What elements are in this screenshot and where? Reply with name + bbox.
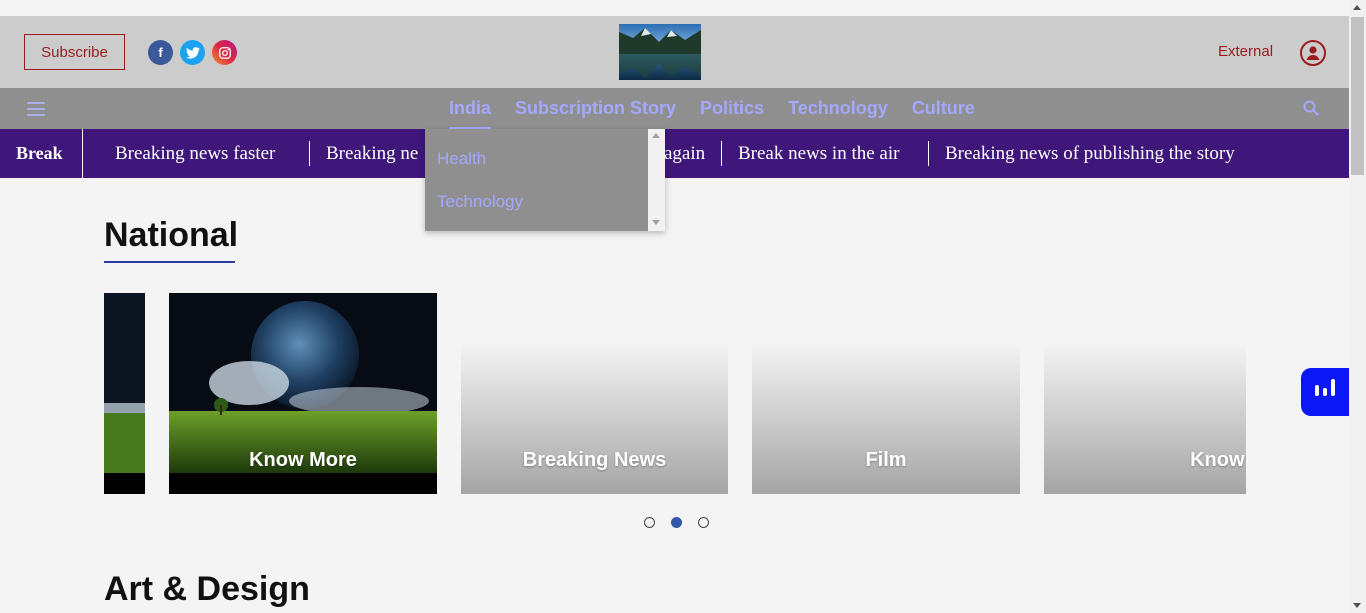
carousel-dot[interactable] [644,517,655,528]
search-icon[interactable] [1303,100,1319,116]
top-strip [0,0,1349,16]
site-logo[interactable] [619,24,701,80]
main-nav: India Subscription Story Politics Techno… [0,88,1349,129]
dropdown-item-health[interactable]: Health [437,149,486,169]
facebook-icon[interactable]: f [148,40,173,65]
nav-item-culture[interactable]: Culture [912,88,975,129]
ticker-divider [309,141,310,166]
card-label: Film [865,449,907,471]
scroll-up-arrow-icon[interactable] [1353,5,1361,10]
section-title-national: National [104,216,239,254]
india-dropdown-menu: Health Technology [425,129,665,231]
nav-item-subscription-story[interactable]: Subscription Story [515,88,676,129]
carousel-dot[interactable] [698,517,709,528]
instagram-icon[interactable] [212,40,237,65]
breaking-news-ticker: Break Breaking news faster Breaking ne a… [0,129,1349,178]
ticker-item[interactable]: Breaking news of publishing the story [945,129,1235,178]
user-account-icon[interactable] [1300,40,1326,66]
section-title-art-design: Art & Design [104,570,310,608]
carousel-card-partial[interactable]: Know More [1044,293,1246,494]
carousel-card[interactable]: Film [752,293,1020,494]
scrollbar-thumb[interactable] [1351,17,1364,175]
carousel-card[interactable]: Breaking News [461,293,728,494]
card-label: Know More [249,449,357,471]
nav-item-india[interactable]: India [449,88,492,129]
audio-widget-button[interactable] [1301,368,1349,416]
subscribe-button[interactable]: Subscribe [24,34,125,70]
dropdown-scrollbar[interactable] [648,129,665,231]
hamburger-menu-icon[interactable] [27,102,45,116]
card-label: Know More [1190,449,1246,471]
ticker-label: Break [0,129,83,178]
ticker-item[interactable]: Break news in the air [738,129,899,178]
ticker-divider [721,141,722,166]
card-label: Breaking News [522,449,667,471]
external-link[interactable]: External [1218,43,1273,60]
carousel-card[interactable]: Know More [169,293,437,494]
nav-item-politics[interactable]: Politics [700,88,764,129]
ticker-item[interactable]: Breaking news faster [115,129,275,178]
carousel-dot-active[interactable] [671,517,682,528]
carousel-card-partial[interactable] [104,293,145,494]
ticker-divider [928,141,929,166]
dropdown-item-technology[interactable]: Technology [437,192,523,212]
site-header: Subscribe f External [0,16,1349,88]
nav-items: India Subscription Story Politics Techno… [449,88,975,129]
ticker-item[interactable]: Breaking ne [326,129,418,178]
section-underline [104,261,235,263]
page-scrollbar[interactable] [1349,0,1366,613]
twitter-icon[interactable] [180,40,205,65]
scroll-down-arrow-icon[interactable] [1353,603,1361,608]
carousel-dots [644,517,709,528]
ticker-item[interactable]: again [664,129,705,178]
nav-item-technology[interactable]: Technology [788,88,888,129]
